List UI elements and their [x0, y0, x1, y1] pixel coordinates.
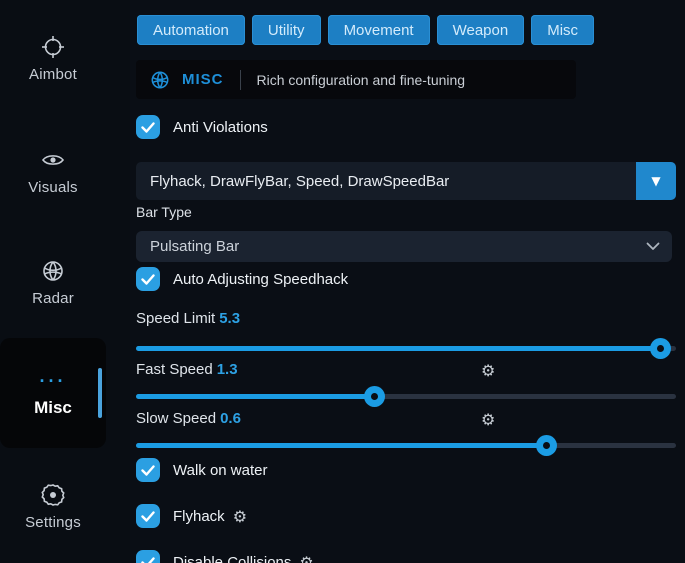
- app-window: Aimbot Visuals Radar ... Misc: [0, 0, 685, 563]
- walk-on-water-checkbox-row[interactable]: Walk on water: [136, 458, 267, 482]
- slow-speed-label: Slow Speed0.6: [136, 410, 241, 427]
- speed-limit-label: Speed Limit5.3: [136, 310, 240, 327]
- sidebar-item-label: Visuals: [28, 179, 77, 196]
- checkbox-label: Auto Adjusting Speedhack: [173, 271, 348, 288]
- sidebar-item-label: Settings: [25, 514, 81, 531]
- sidebar-item-label: Aimbot: [29, 66, 77, 83]
- crosshair-icon: [40, 34, 66, 60]
- slider-fill: [136, 394, 374, 399]
- slider-fill: [136, 346, 660, 351]
- checkbox-checked-icon[interactable]: [136, 115, 160, 139]
- triangle-down-icon[interactable]: ▼: [636, 162, 676, 200]
- chevron-down-icon: [646, 242, 660, 251]
- speed-limit-slider[interactable]: [136, 338, 676, 358]
- sidebar-item-visuals[interactable]: Visuals: [0, 147, 106, 197]
- gear-icon[interactable]: ⚙: [481, 361, 495, 380]
- eye-icon: [40, 147, 66, 173]
- speed-limit-value: 5.3: [219, 310, 240, 327]
- multiselect-value: Flyhack, DrawFlyBar, Speed, DrawSpeedBar: [150, 173, 449, 190]
- sidebar: Aimbot Visuals Radar ... Misc: [0, 0, 130, 563]
- fast-speed-value: 1.3: [217, 361, 238, 378]
- gear-icon[interactable]: ⚙: [233, 507, 247, 526]
- ellipsis-icon: ...: [0, 366, 106, 387]
- sidebar-item-settings[interactable]: Settings: [0, 482, 106, 532]
- anti-violations-checkbox-row[interactable]: Anti Violations: [136, 115, 268, 139]
- flyhack-checkbox-row[interactable]: Flyhack ⚙: [136, 504, 247, 528]
- category-tabs: Automation Utility Movement Weapon Misc: [137, 15, 594, 45]
- tab-automation[interactable]: Automation: [137, 15, 245, 45]
- checkbox-checked-icon[interactable]: [136, 550, 160, 563]
- fast-speed-slider[interactable]: [136, 386, 676, 406]
- checkbox-checked-icon[interactable]: [136, 504, 160, 528]
- checkbox-label: Anti Violations: [173, 119, 268, 136]
- checkbox-label: Disable Collisions: [173, 554, 291, 563]
- checkbox-checked-icon[interactable]: [136, 267, 160, 291]
- disable-collisions-checkbox-row[interactable]: Disable Collisions ⚙: [136, 550, 314, 563]
- sidebar-item-aimbot[interactable]: Aimbot: [0, 34, 106, 84]
- tab-movement[interactable]: Movement: [328, 15, 430, 45]
- globe-icon: [150, 70, 170, 90]
- divider: [240, 70, 241, 90]
- checkbox-label: Flyhack: [173, 508, 225, 525]
- sidebar-item-label: Radar: [32, 290, 74, 307]
- tab-weapon[interactable]: Weapon: [437, 15, 525, 45]
- tab-misc[interactable]: Misc: [531, 15, 594, 45]
- bars-multiselect[interactable]: Flyhack, DrawFlyBar, Speed, DrawSpeedBar…: [136, 162, 676, 200]
- gear-icon[interactable]: ⚙: [481, 410, 495, 429]
- slider-thumb[interactable]: [364, 386, 385, 407]
- sidebar-item-radar[interactable]: Radar: [0, 258, 106, 308]
- checkbox-checked-icon[interactable]: [136, 458, 160, 482]
- fast-speed-label: Fast Speed1.3: [136, 361, 238, 378]
- sidebar-item-misc-active[interactable]: [0, 338, 106, 448]
- slider-thumb[interactable]: [650, 338, 671, 359]
- section-header: MISC Rich configuration and fine-tuning: [136, 60, 576, 99]
- tab-utility[interactable]: Utility: [252, 15, 321, 45]
- slow-speed-value: 0.6: [220, 410, 241, 427]
- checkbox-label: Walk on water: [173, 462, 267, 479]
- select-value: Pulsating Bar: [150, 238, 239, 255]
- slow-speed-slider[interactable]: [136, 435, 676, 455]
- gear-icon: [40, 482, 66, 508]
- auto-adjusting-speedhack-checkbox-row[interactable]: Auto Adjusting Speedhack: [136, 267, 348, 291]
- section-subtitle: Rich configuration and fine-tuning: [257, 72, 466, 88]
- sidebar-item-label: Misc: [0, 398, 106, 418]
- globe-icon: [40, 258, 66, 284]
- slider-thumb[interactable]: [536, 435, 557, 456]
- slider-fill: [136, 443, 546, 448]
- bar-type-label: Bar Type: [136, 204, 192, 220]
- gear-icon[interactable]: ⚙: [299, 553, 313, 563]
- bar-type-select[interactable]: Pulsating Bar: [136, 231, 672, 262]
- section-title: MISC: [182, 71, 224, 88]
